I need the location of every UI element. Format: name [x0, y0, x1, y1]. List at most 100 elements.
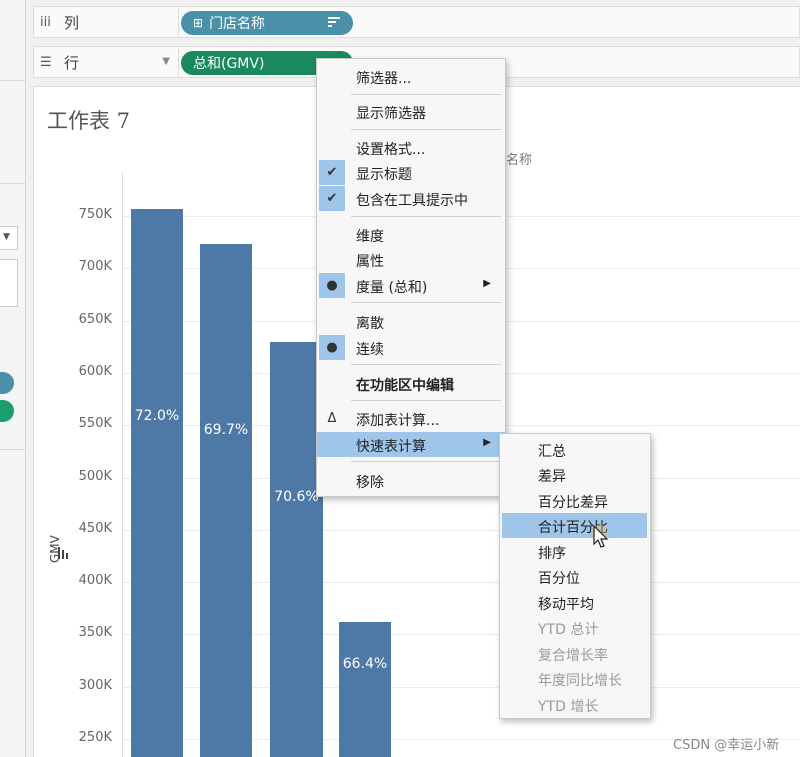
submenu-item-ytd-growth: YTD 增长: [500, 692, 650, 717]
y-tick-label: 400K: [78, 573, 112, 589]
submenu-item-label: 复合增长率: [538, 648, 608, 664]
menu-item-label: 显示筛选器: [356, 106, 426, 122]
menu-item-label: 属性: [356, 254, 384, 270]
dimension-color-chip[interactable]: [0, 372, 14, 394]
submenu-item-label: 百分比差异: [538, 495, 608, 511]
left-panel-edge: ▼: [0, 0, 26, 757]
menu-item-label: 在功能区中编辑: [356, 378, 454, 394]
menu-item-dimension[interactable]: 维度: [317, 222, 505, 247]
radio-dot-icon: ●: [319, 273, 345, 298]
columns-shelf[interactable]: iii 列: [33, 6, 800, 38]
submenu-item-label: YTD 增长: [538, 699, 599, 715]
left-panel-divider: [0, 449, 26, 450]
bar[interactable]: [339, 621, 391, 757]
watermark: CSDN @幸运小新: [673, 738, 780, 753]
y-tick-label: 350K: [78, 625, 112, 641]
submenu-item-cagr: 复合增长率: [500, 641, 650, 666]
menu-item-label: 离散: [356, 316, 384, 332]
radio-dot-icon: ●: [319, 335, 345, 360]
columns-shelf-label: 列: [64, 13, 80, 32]
submenu-item-rank[interactable]: 排序: [500, 539, 650, 564]
submenu-item-percentile[interactable]: 百分位: [500, 564, 650, 589]
menu-item-include-in-tooltip[interactable]: ✔ 包含在工具提示中: [317, 186, 505, 211]
submenu-item-label: 差异: [538, 469, 566, 485]
rows-shelf-header: ☰ 行 ▼: [34, 47, 179, 77]
chevron-down-icon[interactable]: ▼: [162, 56, 170, 67]
y-tick-label: 550K: [78, 416, 112, 432]
left-panel-field[interactable]: [0, 259, 18, 307]
left-panel-dropdown[interactable]: ▼: [0, 226, 18, 250]
menu-item-label: 度量 (总和): [356, 280, 428, 296]
menu-item-remove[interactable]: 移除: [317, 468, 505, 493]
column-header: 名称: [506, 153, 533, 168]
menu-separator: [351, 302, 501, 303]
check-icon: ✔: [319, 160, 345, 185]
menu-item-edit-in-shelf[interactable]: 在功能区中编辑: [317, 371, 505, 396]
y-tick-label: 600K: [78, 363, 112, 379]
submenu-item-yoy-growth: 年度同比增长: [500, 666, 650, 691]
sort-icon[interactable]: [327, 15, 341, 32]
submenu-item-label: 年度同比增长: [538, 673, 622, 689]
submenu-item-label: 汇总: [538, 444, 566, 460]
bar[interactable]: [131, 208, 183, 757]
rows-icon: ☰: [40, 54, 52, 70]
columns-icon: iii: [40, 14, 51, 30]
submenu-item-label: 百分位: [538, 571, 580, 587]
menu-separator: [351, 364, 501, 365]
bar-data-label: 72.0%: [134, 408, 180, 424]
menu-item-filter[interactable]: 筛选器...: [317, 64, 505, 89]
submenu-arrow-icon: ▶: [483, 437, 491, 448]
submenu-arrow-icon: ▶: [483, 278, 491, 289]
y-axis-line: [122, 172, 123, 757]
left-panel-divider: [0, 183, 26, 184]
pill-context-menu: 筛选器... 显示筛选器 设置格式... ✔ 显示标题 ✔ 包含在工具提示中 维度 …: [316, 58, 506, 497]
columns-shelf-header: iii 列: [34, 7, 179, 37]
menu-item-label: 添加表计算...: [356, 413, 440, 429]
store-name-pill-label: 门店名称: [209, 16, 266, 32]
menu-item-label: 设置格式...: [356, 142, 426, 158]
submenu-item-ytd-total: YTD 总计: [500, 615, 650, 640]
measure-color-chip[interactable]: [0, 400, 14, 422]
dimension-icon: ⊞: [193, 16, 204, 30]
menu-item-continuous[interactable]: ● 连续: [317, 335, 505, 360]
y-tick-label: 300K: [78, 677, 112, 693]
y-tick-label: 700K: [78, 259, 112, 275]
submenu-item-difference[interactable]: 差异: [500, 462, 650, 487]
menu-item-label: 筛选器...: [356, 71, 412, 87]
menu-item-attribute[interactable]: 属性: [317, 247, 505, 272]
submenu-item-label: 排序: [538, 546, 566, 562]
submenu-item-label: YTD 总计: [538, 622, 599, 638]
menu-item-label: 快速表计算: [356, 439, 426, 455]
menu-item-show-filter[interactable]: 显示筛选器: [317, 99, 505, 124]
y-axis-label: GMV: [48, 535, 62, 563]
menu-item-format[interactable]: 设置格式...: [317, 135, 505, 160]
mouse-cursor-icon: [589, 524, 610, 553]
store-name-pill[interactable]: ⊞ 门店名称: [181, 11, 353, 35]
submenu-item-percent-of-total[interactable]: 合计百分比: [502, 513, 647, 538]
menu-item-label: 维度: [356, 229, 384, 245]
bar[interactable]: [200, 244, 252, 757]
gmv-sum-pill-label: 总和(GMV): [193, 56, 265, 72]
rows-shelf-label: 行: [64, 53, 80, 72]
delta-icon: Δ: [327, 411, 337, 426]
menu-separator: [351, 94, 501, 95]
menu-separator: [351, 461, 501, 462]
menu-item-quick-table-calc[interactable]: 快速表计算 ▶: [317, 432, 505, 457]
submenu-item-percent-difference[interactable]: 百分比差异: [500, 488, 650, 513]
submenu-item-label: 移动平均: [538, 597, 594, 613]
menu-item-discrete[interactable]: 离散: [317, 309, 505, 334]
y-tick-label: 650K: [78, 311, 112, 327]
menu-separator: [351, 400, 501, 401]
menu-item-label: 包含在工具提示中: [356, 193, 468, 209]
left-panel-divider: [0, 80, 26, 81]
menu-separator: [351, 129, 501, 130]
submenu-item-moving-average[interactable]: 移动平均: [500, 590, 650, 615]
menu-item-label: 连续: [356, 342, 384, 358]
worksheet-title: 工作表 7: [47, 109, 131, 133]
submenu-item-running-total[interactable]: 汇总: [500, 437, 650, 462]
menu-separator: [351, 216, 501, 217]
menu-item-add-table-calc[interactable]: Δ 添加表计算...: [317, 406, 505, 431]
menu-item-measure[interactable]: ● 度量 (总和) ▶: [317, 273, 505, 298]
y-tick-label: 500K: [78, 468, 112, 484]
menu-item-show-header[interactable]: ✔ 显示标题: [317, 160, 505, 185]
